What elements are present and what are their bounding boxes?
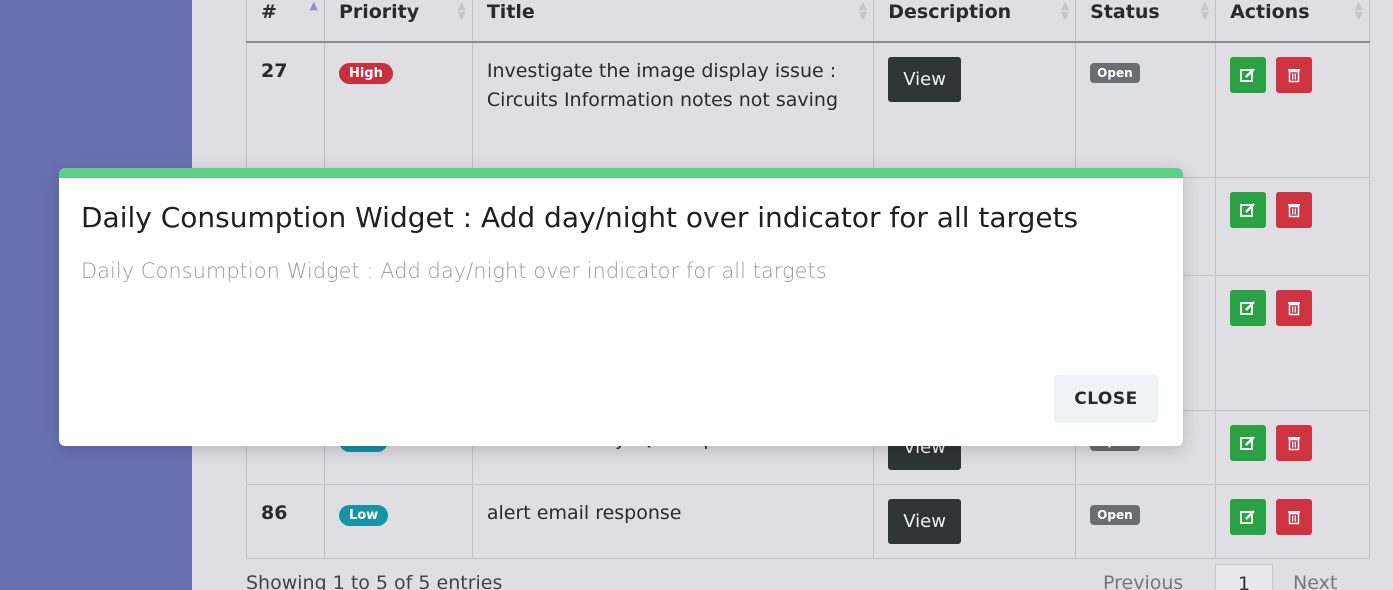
edit-button[interactable]	[1230, 425, 1267, 461]
trash-icon	[1288, 437, 1301, 451]
edit-button[interactable]	[1230, 56, 1267, 93]
trash-icon	[1288, 68, 1301, 82]
sort-icon: ▲ ▼	[457, 0, 466, 22]
column-header-status-label: Status	[1090, 1, 1160, 23]
actions-cell	[1215, 410, 1370, 485]
delete-button[interactable]	[1276, 56, 1313, 93]
pagination-previous[interactable]: Previous	[1103, 572, 1183, 590]
column-header-priority-label: Priority	[338, 1, 420, 23]
column-header-priority[interactable]: Priority ▲ ▼	[323, 0, 473, 43]
edit-icon	[1240, 203, 1255, 217]
actions-cell	[1215, 41, 1370, 178]
status-badge: Open	[1090, 62, 1140, 83]
sort-icon: ▲ ▼	[1060, 0, 1070, 22]
edit-icon	[1240, 301, 1255, 315]
column-header-status[interactable]: Status ▲ ▼	[1075, 0, 1217, 43]
description-cell: View	[873, 484, 1077, 559]
trash-icon	[1288, 302, 1301, 316]
table-header-row: # ▲ Priority ▲ ▼ Title ▲ ▼ Description ▲ ▼ …	[246, 0, 1370, 43]
description-cell: View	[873, 41, 1077, 178]
trash-icon	[1288, 204, 1301, 218]
trash-icon	[1288, 511, 1301, 525]
description-modal: Daily Consumption Widget : Add day/night…	[59, 168, 1183, 446]
view-button[interactable]: View	[888, 56, 961, 102]
table-info: Showing 1 to 5 of 5 entries	[246, 572, 503, 590]
actions-cell	[1215, 177, 1370, 276]
ticket-title: Investigate the image display issue : Ci…	[471, 41, 875, 178]
actions-cell	[1215, 275, 1370, 411]
sort-icon: ▲ ▼	[1354, 0, 1363, 22]
delete-button[interactable]	[1276, 499, 1313, 535]
column-header-actions[interactable]: Actions ▲ ▼	[1215, 0, 1370, 43]
delete-button[interactable]	[1276, 425, 1313, 461]
modal-body: Daily Consumption Widget : Add day/night…	[81, 259, 827, 283]
column-header-title-label: Title	[486, 1, 535, 23]
edit-icon	[1240, 67, 1255, 82]
column-header-description[interactable]: Description ▲ ▼	[873, 0, 1077, 43]
column-header-number[interactable]: # ▲	[246, 0, 325, 43]
pagination-page-1[interactable]: 1	[1215, 564, 1273, 590]
sort-icon: ▲ ▼	[1200, 0, 1210, 22]
status-cell: Open	[1075, 41, 1217, 178]
sort-icon: ▲ ▼	[858, 0, 868, 22]
pagination-next[interactable]: Next	[1293, 572, 1337, 590]
close-button[interactable]: CLOSE	[1054, 375, 1158, 423]
ticket-number: 86	[246, 484, 325, 559]
priority-badge: Low	[338, 505, 389, 526]
priority-cell: Low	[323, 484, 473, 559]
edit-button[interactable]	[1230, 192, 1267, 228]
modal-title: Daily Consumption Widget : Add day/night…	[81, 201, 1079, 234]
status-badge: Open	[1090, 505, 1140, 525]
edit-button[interactable]	[1230, 499, 1267, 535]
status-cell: Open	[1075, 484, 1217, 559]
delete-button[interactable]	[1276, 290, 1313, 326]
edit-button[interactable]	[1230, 290, 1267, 326]
edit-icon	[1240, 436, 1255, 450]
ticket-title: alert email response	[471, 484, 875, 559]
view-button[interactable]: View	[888, 499, 961, 544]
actions-cell	[1215, 484, 1370, 559]
priority-badge: High	[338, 62, 393, 84]
table-row: 86 Low alert email response View Open	[246, 484, 1370, 559]
column-header-number-label: #	[261, 1, 277, 23]
delete-button[interactable]	[1276, 192, 1313, 228]
column-header-title[interactable]: Title ▲ ▼	[471, 0, 875, 43]
modal-accent-bar	[59, 168, 1183, 178]
column-header-description-label: Description	[888, 1, 1012, 23]
column-header-actions-label: Actions	[1230, 1, 1310, 23]
priority-cell: High	[323, 41, 473, 178]
ticket-number: 27	[246, 41, 325, 178]
table-row: 27 High Investigate the image display is…	[246, 41, 1370, 178]
sort-asc-icon: ▲	[309, 0, 318, 12]
edit-icon	[1240, 510, 1255, 524]
